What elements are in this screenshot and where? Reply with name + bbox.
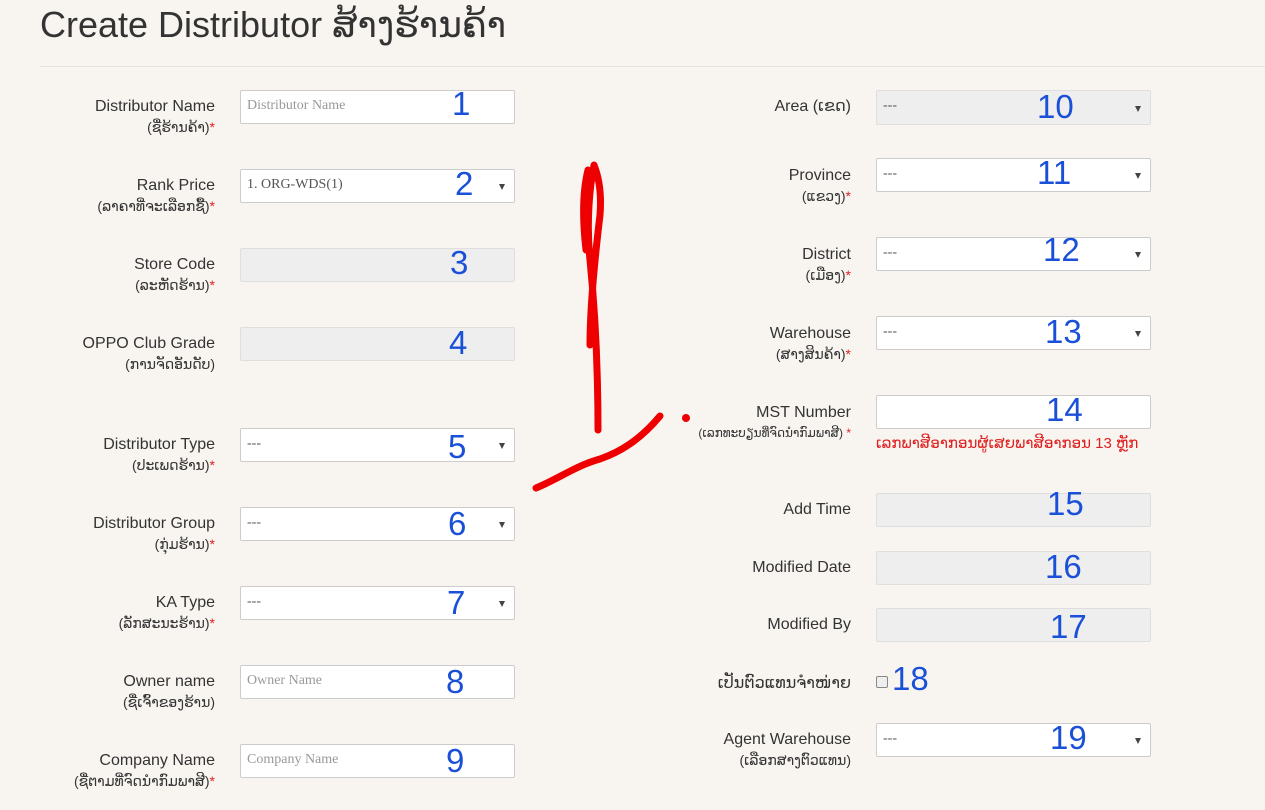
is-agent-checkbox[interactable] — [876, 676, 888, 688]
district-label: District (ເມືອງ)* — [802, 246, 851, 283]
distributor-name-input[interactable]: Distributor Name — [240, 90, 515, 124]
oppo-club-grade-label: OPPO Club Grade (ການຈັດອັນດັບ) — [82, 335, 216, 372]
chevron-down-icon — [499, 443, 505, 449]
add-time-label: Add Time — [783, 501, 851, 518]
add-time-input — [876, 493, 1151, 527]
warehouse-label: Warehouse (ສາງສິນຄ້າ)* — [769, 325, 851, 362]
chevron-down-icon — [1135, 331, 1141, 337]
store-code-input — [240, 248, 515, 282]
chevron-down-icon — [499, 522, 505, 528]
chevron-down-icon — [1135, 738, 1141, 744]
arrow-dot — [682, 414, 690, 422]
page-title: Create Distributor ສ້າງຮ້ານຄ້າ — [40, 4, 507, 45]
mst-number-hint: ເລກພາສີອາກອນຜູ້ເສຍພາສີອາກອນ 13 ຫຼັກ — [876, 435, 1139, 452]
province-select[interactable]: --- — [876, 158, 1151, 192]
store-code-label: Store Code (ລະຫັດຮ້ານ)* — [134, 256, 215, 293]
rank-price-select[interactable]: 1. ORG-WDS(1) — [240, 169, 515, 203]
ka-type-label: KA Type (ລັກສະນະຮ້ານ)* — [118, 594, 215, 631]
distributor-type-select[interactable]: --- — [240, 428, 515, 462]
distributor-group-select[interactable]: --- — [240, 507, 515, 541]
distributor-group-label: Distributor Group (ກຸ່ມຮ້ານ)* — [93, 515, 215, 552]
chevron-down-icon — [1135, 252, 1141, 258]
arrow-stroke — [532, 161, 664, 492]
owner-name-input[interactable]: Owner Name — [240, 665, 515, 699]
modified-by-label: Modified By — [767, 616, 851, 633]
chevron-down-icon — [499, 184, 505, 190]
province-label: Province (ແຂວງ)* — [788, 167, 851, 204]
rank-price-label: Rank Price (ລາຄາທີ່ຈະເລືອກຊື້)* — [97, 177, 215, 214]
ka-type-select[interactable]: --- — [240, 586, 515, 620]
title-divider — [40, 66, 1265, 67]
company-name-input[interactable]: Company Name — [240, 744, 515, 778]
warehouse-select[interactable]: --- — [876, 316, 1151, 350]
annotation-number: 18 — [892, 660, 929, 697]
is-agent-label: ເປັນຕົວແທນຈຳໜ່າຍ — [717, 675, 851, 692]
mst-number-input[interactable] — [876, 395, 1151, 429]
oppo-club-grade-input — [240, 327, 515, 361]
agent-warehouse-label: Agent Warehouse (ເລືອກສາງຕົວແທນ) — [723, 731, 851, 768]
company-name-label: Company Name (ຊື່ຕາມທີ່ຈົດນຳກົມພາສີ)* — [73, 752, 215, 789]
district-select[interactable]: --- — [876, 237, 1151, 271]
area-select[interactable]: --- — [876, 90, 1151, 125]
modified-date-label: Modified Date — [752, 559, 851, 576]
chevron-down-icon — [1135, 105, 1141, 112]
chevron-down-icon — [1135, 173, 1141, 179]
chevron-down-icon — [499, 601, 505, 607]
modified-date-input — [876, 551, 1151, 585]
owner-name-label: Owner name (ຊື່ເຈົ້າຂອງຮ້ານ) — [122, 673, 215, 710]
agent-warehouse-select[interactable]: --- — [876, 723, 1151, 757]
distributor-name-label: Distributor Name (ຊື່ຮ້ານຄ້າ)* — [94, 98, 215, 135]
mst-number-label: MST Number (ເລກທະບຽນທີ່ຈົດນຳກົມພາສີ) * — [698, 404, 851, 440]
distributor-type-label: Distributor Type (ປະເພດຮ້ານ)* — [103, 436, 215, 473]
area-label: Area (ເຂດ) — [774, 98, 851, 115]
modified-by-input — [876, 608, 1151, 642]
